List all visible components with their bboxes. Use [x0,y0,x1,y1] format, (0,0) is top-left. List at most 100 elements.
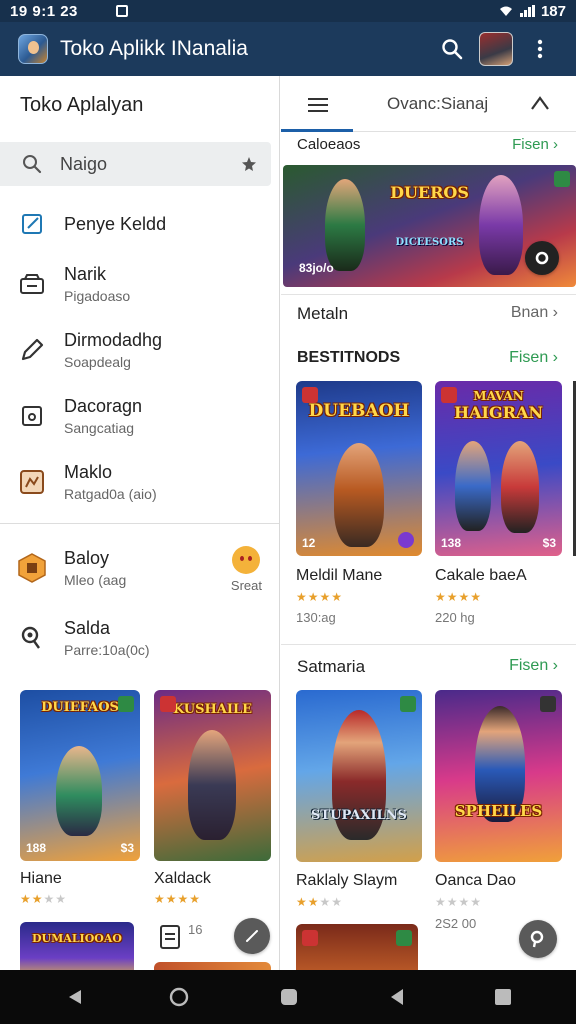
drawer-item-1[interactable]: Narik Pigadoaso [0,262,279,306]
inbox-icon [20,274,44,294]
edit-icon [246,930,258,942]
section-link[interactable]: Fisen › [509,657,558,675]
star-filled-icon: ★ [31,892,44,906]
section-divider [281,294,576,295]
smiley-shortcut[interactable]: Sreat [231,546,262,593]
back-icon [391,989,403,1005]
game-badge-icon [400,696,416,712]
edit-fab[interactable] [234,918,270,954]
game-art-logo: SPHEILES [454,802,543,820]
music-badge-icon [540,696,556,712]
star-empty-icon: ★ [446,895,459,909]
game-art: SPHEILES [435,690,562,862]
game-badge-icon [302,930,318,946]
recents-icon [281,989,297,1005]
menu-tab[interactable] [307,97,329,118]
battery-level: 187 [540,2,566,20]
drawer-item-4[interactable]: Maklo Ratgad0a (aio) [0,460,279,504]
drawer-item-2[interactable]: Dirmodadhg Soapdealg [0,328,279,372]
settings-icon [535,251,549,265]
rating-stars: ★★★★ [154,892,201,906]
art-corner-label: 12 [302,536,316,550]
section-link[interactable]: Bnan › [511,304,558,322]
search-button[interactable] [430,27,474,71]
pencil-icon [21,338,44,361]
home-circle-icon [169,987,189,1007]
drawer-item-label: Dacoragn [64,396,143,416]
drawer-item-3[interactable]: Dacoragn Sangcatiag [0,394,279,438]
app-bar-actions [430,27,562,71]
star-empty-icon: ★ [470,895,483,909]
samaria-game-card-0[interactable]: STUPAXILNS Raklaly Slaym ★★★★ [296,690,422,940]
nav-back-button[interactable] [62,984,88,1010]
wifi-icon [499,6,512,16]
status-bar: 19 9:1 23 187 [0,0,576,22]
rating-stars: ★★★★ [296,895,343,909]
drawer-item-salda[interactable]: Salda Parre:10a(0c) [0,616,279,660]
nav-back-alt-button[interactable] [384,984,410,1010]
drawer-item-sub: Parre:10a(0c) [64,642,150,658]
banner-action-button[interactable] [525,241,559,275]
pin-icon[interactable] [241,156,257,172]
banner-logo: DUEROS [390,183,469,202]
rating-stars: ★★★★ [20,892,67,906]
rating-stars: ★★★★ [435,590,482,604]
drawer-game-card-1[interactable]: KUSHAILE Xaldack ★★★★ [154,690,271,910]
game-art: DUEBAOH 12 [296,381,422,556]
nav-square-button[interactable] [490,984,516,1010]
best-game-card-1[interactable]: MAVAN HAIGRAN 138 $3 Cakale baeA ★★★★ 22… [435,381,562,631]
square-icon [495,989,511,1005]
best-game-card-0[interactable]: DUEBAOH 12 Meldil Mane ★★★★ 130:ag [296,381,422,631]
samaria-game-card-1[interactable]: SPHEILES Oanca Dao ★★★★ 2S2 00 [435,690,562,940]
rating-stars: ★★★★ [296,590,343,604]
game-art: KUSHAILE [154,690,271,861]
drawer-item-baloy[interactable]: Baloy Mleo (aag Sreat [0,546,279,593]
search-placeholder: Naigo [60,153,108,174]
main-content: Ovanc:Sianaj Caloeaos Fisen › DUEROS DIC… [281,76,576,970]
game-art [296,924,418,970]
section-title: Satmaria [297,657,366,676]
help-fab[interactable] [519,920,557,958]
star-empty-icon: ★ [458,895,471,909]
hamburger-icon [308,98,328,112]
collapse-button[interactable] [530,95,550,116]
section-divider [281,644,576,645]
star-filled-icon: ★ [165,892,178,906]
game-icon [20,470,44,494]
nav-recents-button[interactable] [276,984,302,1010]
section-link[interactable]: Fisen › [509,349,558,367]
drawer-search-input[interactable]: Naigo [0,142,271,186]
featured-banner[interactable]: DUEROS DICEESORS 83jo/o [283,165,576,287]
art-corner-label: 138 [441,536,462,550]
avatar [479,32,513,66]
drawer-item-sub: Ratgad0a (aio) [64,486,157,502]
section-link[interactable]: Fisen › [512,136,558,153]
game-title: Raklaly Slaym [296,872,398,889]
system-nav-bar [0,970,576,1024]
star-empty-icon: ★ [319,895,332,909]
more-vert-icon [537,39,543,59]
art-corner-label: $3 [542,536,556,550]
profile-button[interactable] [474,27,518,71]
star-filled-icon: ★ [458,590,471,604]
game-badge-icon [160,696,176,712]
samaria-game-card-2[interactable] [296,924,418,970]
game-art-logo: DUEBAOH [308,401,410,421]
game-art [154,962,271,970]
drawer-item-label: Dirmodadhg [64,330,163,350]
game-meta: 2S2 00 [435,916,477,931]
star-empty-icon: ★ [435,895,447,909]
game-badge-icon [396,930,412,946]
drawer-game-card-0[interactable]: DUIEFAOS 188 $3 Hiane ★★★★ [20,690,140,910]
drawer-item-label: Baloy [64,548,110,568]
tab-overview[interactable]: Ovanc:Sianaj [387,94,488,114]
drawer-item-label: Narik [64,264,107,284]
drawer-title: Toko Aplalyan [20,94,144,116]
game-art: DUIEFAOS 188 $3 [20,690,140,861]
drawer-item-0[interactable]: Penye Keldd [0,204,279,244]
overflow-menu-button[interactable] [518,27,562,71]
section-link-label: Fisen [509,349,549,366]
drawer-game-card-2[interactable]: DUMALIOOAO [20,922,134,970]
star-filled-icon: ★ [307,895,320,909]
nav-home-button[interactable] [166,984,192,1010]
